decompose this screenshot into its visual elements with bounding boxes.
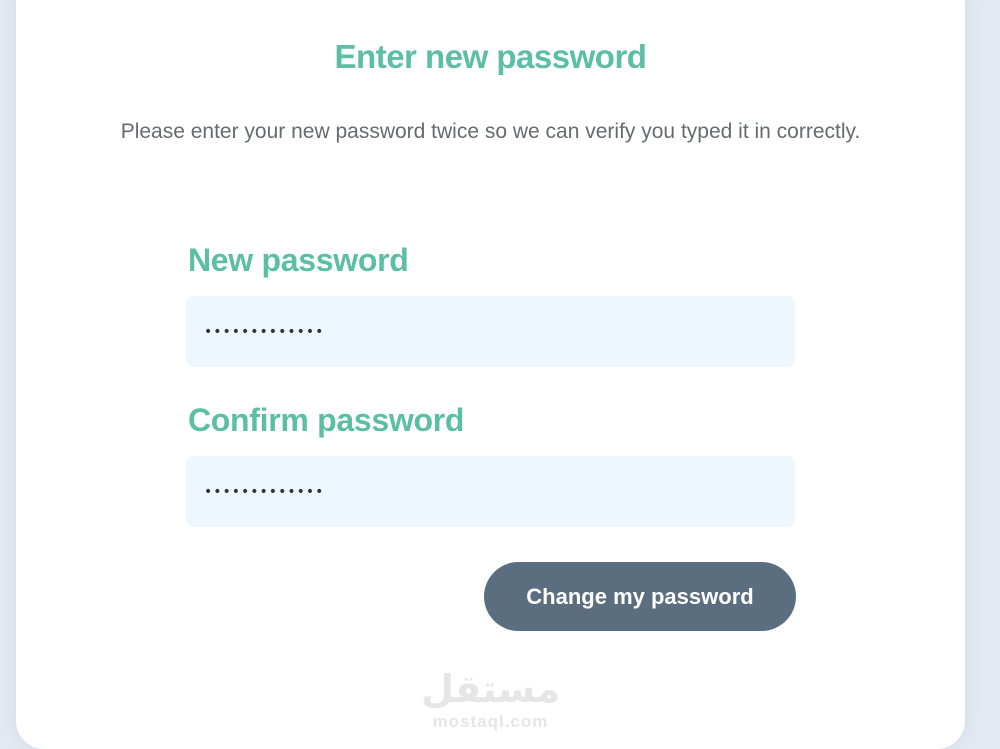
change-password-button[interactable]: Change my password — [484, 562, 796, 631]
confirm-password-label: Confirm password — [188, 402, 465, 438]
page-title: Enter new password — [334, 38, 647, 75]
watermark-domain: mostaql.com — [432, 712, 549, 731]
instruction-text: Please enter your new password twice so … — [120, 120, 861, 143]
password-reset-card: Enter new password Please enter your new… — [16, 0, 965, 749]
watermark: مستقل mostaql.com — [16, 670, 965, 732]
watermark-logo: مستقل — [421, 667, 560, 711]
new-password-label: New password — [188, 242, 409, 278]
confirm-password-field[interactable] — [186, 456, 795, 527]
new-password-field[interactable] — [186, 296, 795, 367]
